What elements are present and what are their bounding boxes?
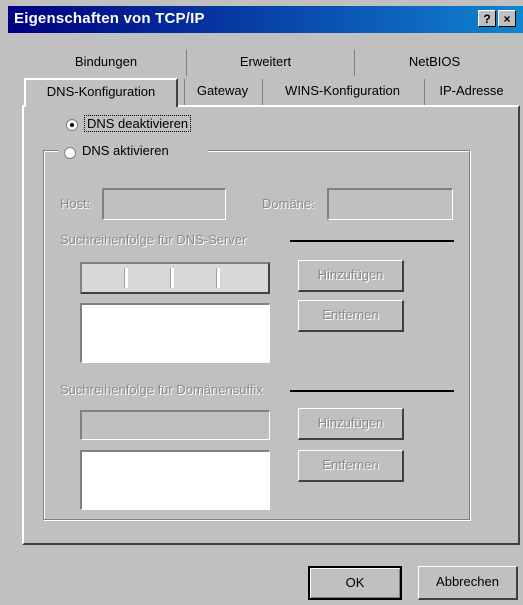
dns-server-list[interactable] [80, 303, 270, 363]
dns-server-remove-button[interactable]: Entfernen [298, 300, 404, 332]
tab-label: DNS-Konfiguration [46, 84, 156, 99]
dns-server-add-button[interactable]: Hinzufügen [298, 260, 404, 292]
tab-bindungen[interactable]: Bindungen [36, 50, 176, 76]
dns-enable-label[interactable]: DNS aktivieren [82, 143, 169, 158]
ip-separator [216, 268, 220, 288]
domain-input[interactable] [327, 188, 453, 220]
button-label: Hinzufügen [317, 415, 384, 430]
domain-suffix-input[interactable] [80, 410, 270, 440]
title-bar: Eigenschaften von TCP/IP ? × [8, 6, 523, 33]
suffix-order-label: Suchreihenfolge für Domänensuffix [60, 382, 267, 397]
tab-ip-adresse[interactable]: IP-Adresse [424, 79, 518, 105]
tab-label: IP-Adresse [439, 83, 504, 98]
host-input[interactable] [102, 188, 226, 220]
button-label: Entfernen [322, 307, 379, 322]
ip-separator [170, 268, 174, 288]
tab-label: NetBIOS [408, 54, 461, 69]
suffix-order-divider [290, 390, 454, 392]
tab-label: Erweitert [239, 54, 292, 69]
tab-netbios[interactable]: NetBIOS [354, 50, 514, 76]
dns-enable-radio[interactable] [64, 147, 76, 159]
tcpip-properties-dialog: Eigenschaften von TCP/IP ? × Bindungen E… [0, 0, 523, 605]
ok-button[interactable]: OK [308, 566, 402, 600]
tab-label: WINS-Konfiguration [285, 83, 400, 98]
dns-disable-radio[interactable] [66, 119, 78, 131]
window-title: Eigenschaften von TCP/IP [14, 10, 205, 27]
tab-label: Gateway [196, 83, 249, 98]
help-button[interactable]: ? [478, 10, 496, 27]
server-order-label: Suchreihenfolge für DNS-Server [60, 232, 253, 247]
domain-suffix-list[interactable] [80, 450, 270, 510]
button-label: Entfernen [322, 457, 379, 472]
domain-suffix-remove-button[interactable]: Entfernen [298, 450, 404, 482]
host-label: Host: [60, 196, 91, 211]
dns-disable-label[interactable]: DNS deaktivieren [84, 115, 192, 132]
close-button[interactable]: × [498, 10, 516, 27]
server-order-divider [290, 240, 454, 242]
domain-label: Domäne: [262, 196, 315, 211]
tab-label: Bindungen [74, 54, 138, 69]
dns-server-ip-input[interactable] [80, 262, 270, 294]
button-label: OK [345, 575, 365, 590]
cancel-button[interactable]: Abbrechen [418, 566, 518, 600]
domain-suffix-add-button[interactable]: Hinzufügen [298, 408, 404, 440]
tab-gateway[interactable]: Gateway [184, 79, 260, 105]
tab-wins-konfiguration[interactable]: WINS-Konfiguration [262, 79, 422, 105]
ip-separator [124, 268, 128, 288]
button-label: Hinzufügen [317, 267, 384, 282]
radio-selected-dot [70, 123, 74, 127]
tab-erweitert[interactable]: Erweitert [186, 50, 344, 76]
tab-dns-konfiguration[interactable]: DNS-Konfiguration [24, 78, 178, 107]
button-label: Abbrechen [436, 574, 499, 589]
